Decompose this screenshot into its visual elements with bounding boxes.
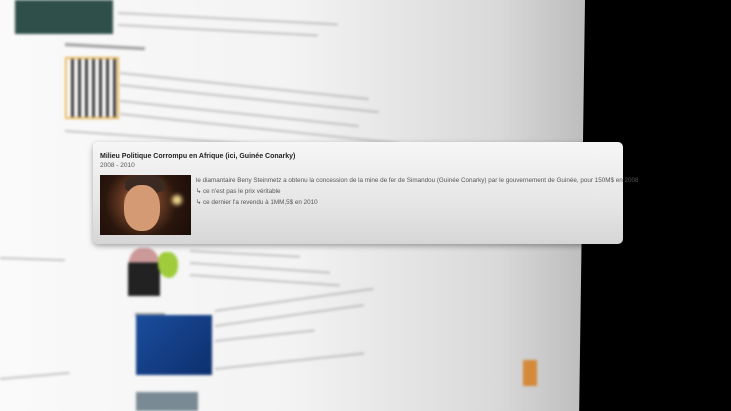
top-image [15,0,113,34]
bottom-image [136,392,198,411]
main-one-cable-image [136,315,212,375]
card-text-line: ↳ ce n'est pas le prix véritable [196,188,281,195]
africa-map-icon [158,252,178,278]
chart-thumbnail [65,57,119,119]
card-date: 2008 - 2010 [100,162,135,169]
card-text-line: ↳ ce dernier l'a revendu à 1MM,5$ en 201… [196,199,318,206]
info-card[interactable]: Milieu Politique Corrompu en Afrique (ic… [93,142,638,244]
portrait-photo [100,175,191,235]
card-text-line: le diamantaire Beny Steinmetz a obtenu l… [196,177,639,184]
card-title: Milieu Politique Corrompu en Afrique (ic… [100,153,296,160]
businessman-image [128,248,160,296]
small-image [523,360,537,386]
